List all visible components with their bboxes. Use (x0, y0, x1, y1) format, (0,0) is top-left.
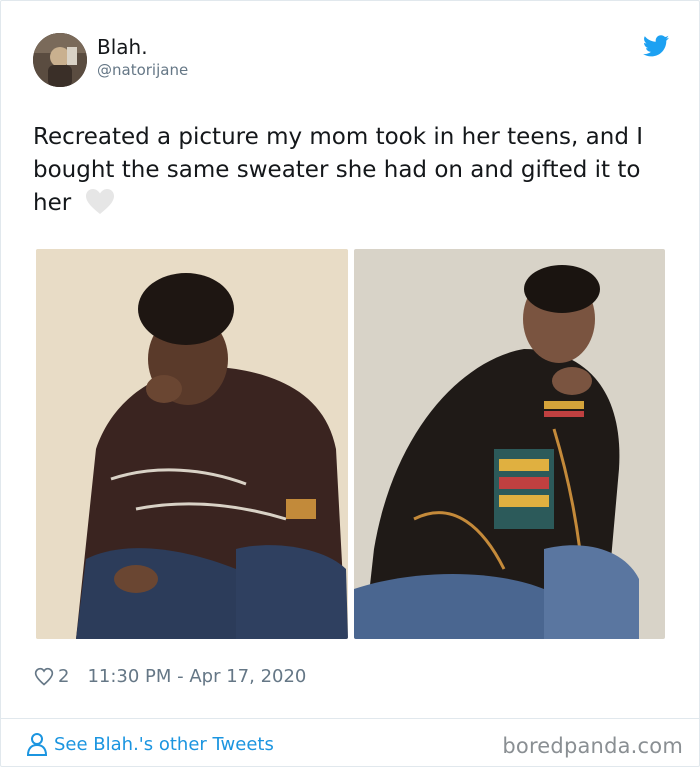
white-heart-icon (85, 189, 114, 214)
avatar[interactable] (33, 33, 87, 87)
tweet-card: Blah. @natorijane Recreated a picture my… (0, 0, 700, 767)
tweet-timestamp[interactable]: 11:30 PM - Apr 17, 2020 (87, 666, 306, 687)
tweet-meta: 2 11:30 PM - Apr 17, 2020 (34, 666, 306, 687)
see-other-tweets-label[interactable]: See Blah.'s other Tweets (54, 734, 274, 755)
like-count[interactable]: 2 (58, 666, 69, 687)
person-icon (26, 733, 48, 756)
vintage-photo-icon (36, 249, 348, 639)
twitter-bird-icon[interactable] (643, 35, 669, 57)
author-name[interactable]: Blah. (97, 35, 148, 59)
heart-icon[interactable] (34, 667, 54, 687)
divider (1, 718, 699, 719)
photo-recreated-daughter[interactable] (354, 249, 665, 639)
author-handle[interactable]: @natorijane (97, 61, 188, 79)
avatar-image (33, 33, 87, 87)
tweet-text-content: Recreated a picture my mom took in her t… (33, 124, 644, 216)
watermark: boredpanda.com (502, 734, 683, 758)
recreated-photo-icon (354, 249, 665, 639)
photo-vintage-mom[interactable] (36, 249, 348, 639)
tweet-text: Recreated a picture my mom took in her t… (33, 121, 673, 220)
see-other-tweets-link[interactable]: See Blah.'s other Tweets (26, 732, 274, 756)
